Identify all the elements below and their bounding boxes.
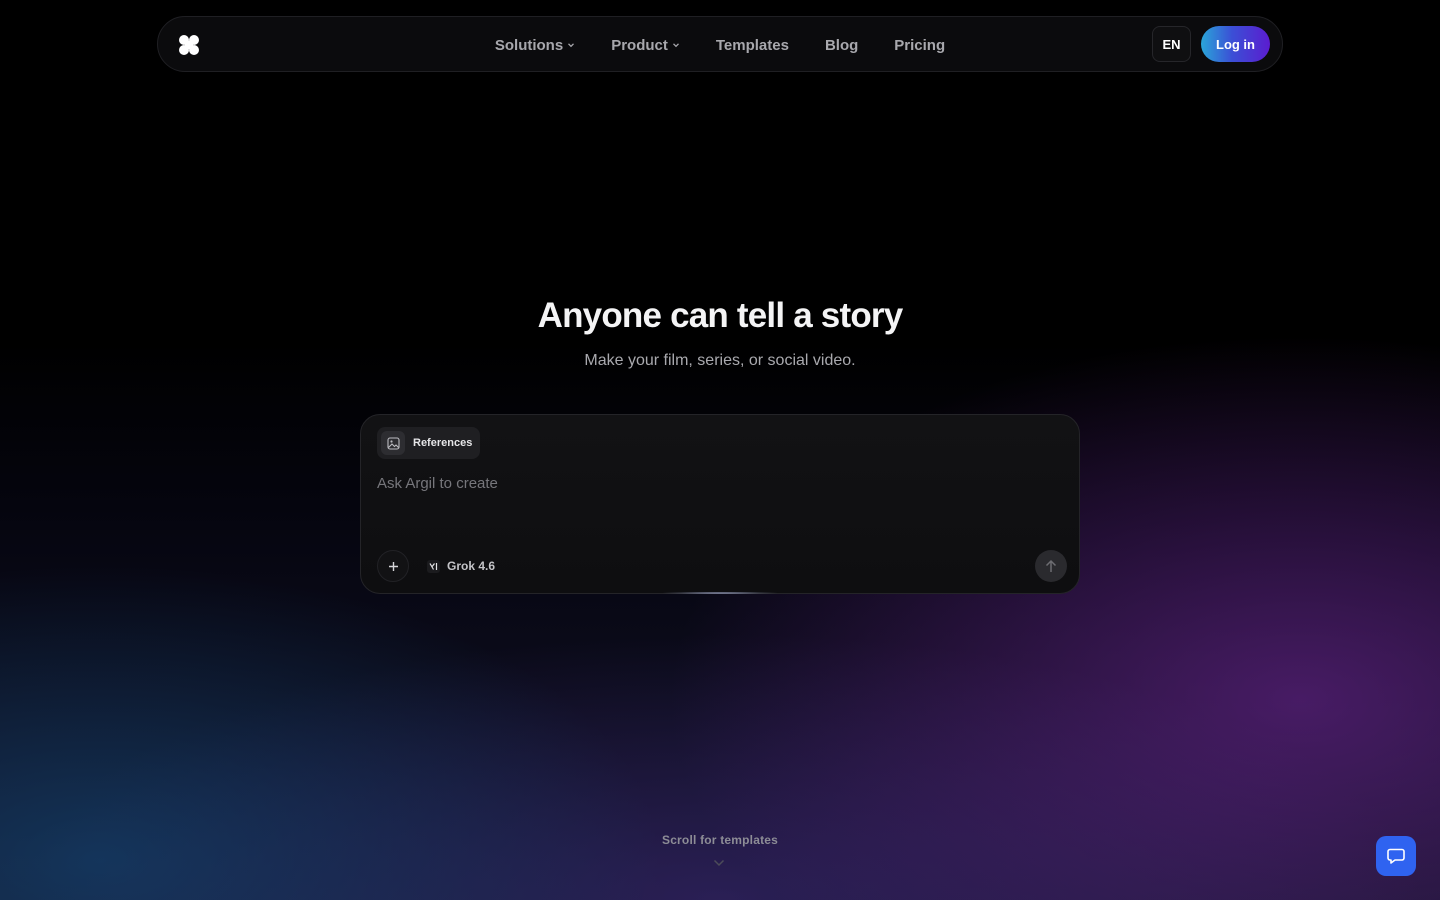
nav-product-label: Product [611,36,668,54]
image-icon [381,431,405,455]
add-attachment-button[interactable] [377,550,409,582]
model-label: Grok 4.6 [447,559,496,573]
nav-links: Solutions Product Templates Blog Pricing [158,17,1282,73]
hero-subtitle: Make your film, series, or social video. [584,352,856,369]
top-navbar: Solutions Product Templates Blog Pricing… [157,16,1283,72]
nav-templates-label: Templates [715,36,789,54]
model-selector[interactable]: Grok 4.6 [427,554,495,578]
references-button[interactable]: References [377,427,481,459]
chevron-down-icon [713,859,725,867]
hero-title: Anyone can tell a story [537,296,904,335]
scroll-hint[interactable]: Scroll for templates [0,833,1440,847]
card-glow [660,592,780,594]
chevron-down-icon [568,43,575,48]
prompt-card: References Grok 4.6 [360,414,1080,594]
clover-logo-icon[interactable] [178,34,200,56]
nav-solutions[interactable]: Solutions [477,37,593,54]
references-label: References [413,437,473,449]
nav-pricing[interactable]: Pricing [876,37,963,54]
arrow-up-icon [1045,559,1057,572]
xai-logo-icon [427,559,440,573]
chevron-down-icon [672,43,679,48]
nav-pricing-label: Pricing [894,36,946,54]
login-button[interactable]: Log in [1201,26,1270,62]
plus-icon [388,561,398,571]
help-chat-button[interactable] [1376,836,1416,876]
nav-product[interactable]: Product [593,37,698,54]
nav-blog-label: Blog [824,36,859,54]
nav-templates[interactable]: Templates [698,37,807,54]
prompt-input[interactable] [377,471,1057,495]
nav-solutions-label: Solutions [494,36,564,54]
nav-blog[interactable]: Blog [807,37,876,54]
chat-bubble-icon [1387,848,1405,864]
send-button[interactable] [1035,550,1067,582]
language-selector[interactable]: EN [1152,26,1191,62]
